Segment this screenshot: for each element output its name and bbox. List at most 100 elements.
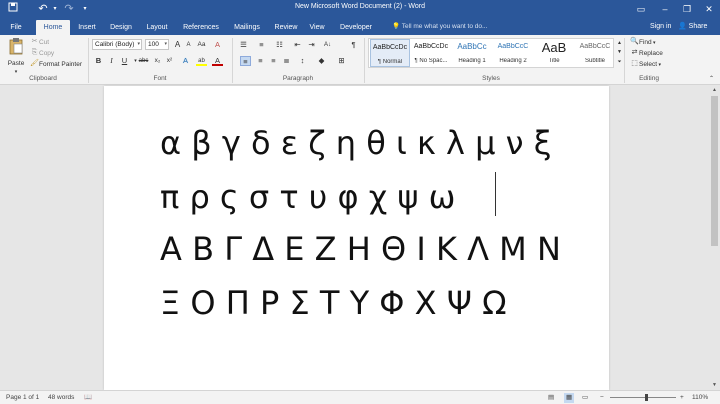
replace-label: Replace (639, 50, 663, 57)
tell-me-box[interactable]: 💡 Tell me what you want to do... (392, 20, 487, 34)
align-left-icon[interactable]: ≡ (240, 56, 251, 66)
sign-in-link[interactable]: Sign in (650, 20, 671, 34)
style-preview: AaBbCcDc (413, 43, 449, 50)
shading-icon[interactable]: ◆ (316, 56, 327, 66)
editing-group-label: Editing (639, 75, 659, 82)
paragraph-group-label: Paragraph (282, 75, 314, 82)
align-right-icon[interactable]: ≡ (268, 56, 279, 66)
text-effects-icon[interactable]: A (180, 56, 191, 66)
group-separator (88, 38, 89, 83)
copy-button[interactable]: ⎘ Copy (30, 49, 55, 58)
style-heading-1[interactable]: AaBbCc Heading 1 (452, 39, 492, 67)
tab-design[interactable]: Design (104, 20, 138, 35)
zoom-level[interactable]: 110% (692, 393, 708, 403)
style-subtitle[interactable]: AaBbCcC Subtitle (575, 39, 615, 67)
increase-indent-icon[interactable]: ⇥ (306, 40, 317, 50)
change-case-icon[interactable]: Aa (196, 40, 207, 50)
print-layout-icon[interactable]: ▦ (564, 393, 575, 403)
numbering-icon[interactable]: ≡ (256, 40, 267, 50)
style-normal[interactable]: AaBbCcDc ¶ Normal (370, 39, 410, 67)
zoom-in-button[interactable]: + (680, 393, 684, 403)
replace-button[interactable]: ⇄ Replace (630, 49, 663, 58)
close-button[interactable]: ✕ (698, 0, 720, 18)
show-formatting-marks-icon[interactable]: ¶ (348, 40, 359, 50)
font-color-icon[interactable]: A (212, 56, 223, 66)
tab-view[interactable]: View (304, 20, 330, 35)
proofing-icon[interactable]: 📖 (84, 393, 92, 403)
tab-insert[interactable]: Insert (72, 20, 102, 35)
collapse-ribbon-icon[interactable]: ⌃ (706, 74, 717, 84)
gallery-more-icon[interactable]: ⏷ (614, 57, 625, 67)
justify-icon[interactable]: ≣ (281, 56, 292, 66)
ribbon-tabs: File Home Insert Design Layout Reference… (0, 18, 720, 35)
font-size-select[interactable]: 100 ▾ (145, 39, 169, 50)
gallery-scroll-down-icon[interactable]: ▼ (614, 47, 625, 57)
subscript-button[interactable]: x₂ (152, 56, 163, 66)
brush-icon: 🖌 (30, 60, 39, 68)
cut-button[interactable]: ✂ Cut (30, 38, 50, 47)
style-preview: AaB (541, 40, 567, 55)
format-painter-label: Format Painter (39, 61, 82, 68)
line-spacing-icon[interactable]: ↕ (297, 56, 308, 66)
grow-font-icon[interactable]: A (172, 40, 183, 50)
word-count[interactable]: 48 words (48, 393, 74, 403)
superscript-button[interactable]: x² (164, 56, 175, 66)
scrollbar-thumb[interactable] (711, 96, 718, 246)
tab-layout[interactable]: Layout (140, 20, 174, 35)
group-separator (364, 38, 365, 83)
style-heading-2[interactable]: AaBbCcC Heading 2 (493, 39, 533, 67)
sort-icon[interactable]: A↓ (322, 40, 333, 50)
borders-icon[interactable]: ⊞ (336, 56, 347, 66)
greek-uppercase-line-2: Ξ Ο Π Ρ Σ Τ Υ Φ Χ Ψ Ω (160, 284, 507, 322)
scroll-down-icon[interactable]: ▼ (709, 381, 720, 390)
minimize-button[interactable]: – (654, 0, 676, 18)
bold-button[interactable]: B (93, 56, 104, 66)
find-button[interactable]: 🔍Find ▾ (630, 38, 655, 48)
style-name: Heading 2 (499, 58, 527, 64)
format-painter-button[interactable]: 🖌Format Painter (30, 60, 82, 69)
italic-button[interactable]: I (106, 56, 117, 66)
vertical-scrollbar[interactable]: ▲ ▼ (709, 86, 720, 390)
highlight-color-icon[interactable]: ab (196, 56, 207, 66)
style-name: ¶ Normal (377, 59, 403, 65)
ribbon-display-options-icon[interactable]: ▭ (630, 0, 652, 18)
scissors-icon: ✂ (31, 38, 38, 46)
style-preview: AaBbCcC (497, 43, 529, 50)
cursor-icon: ⬚ (631, 60, 638, 68)
page-count[interactable]: Page 1 of 1 (6, 393, 39, 403)
group-separator (232, 38, 233, 83)
document-page[interactable]: α β γ δ ε ζ η θ ι κ λ μ ν ξ π ρ ς σ τ υ … (104, 86, 609, 390)
tab-file[interactable]: File (4, 20, 28, 35)
align-center-icon[interactable]: ≡ (255, 56, 266, 66)
tab-home[interactable]: Home (36, 20, 70, 35)
scroll-up-icon[interactable]: ▲ (709, 86, 720, 95)
zoom-slider[interactable] (610, 394, 676, 401)
zoom-out-button[interactable]: − (600, 393, 604, 403)
share-button[interactable]: 👤 Share (678, 20, 707, 34)
zoom-slider-handle[interactable] (645, 394, 648, 401)
style-preview: AaBbCcC (579, 43, 611, 50)
decrease-indent-icon[interactable]: ⇤ (292, 40, 303, 50)
strikethrough-button[interactable]: abc (138, 56, 149, 66)
select-button[interactable]: ⬚Select ▾ (630, 60, 661, 70)
tab-review[interactable]: Review (270, 20, 302, 35)
font-family-select[interactable]: Calibri (Body) ▾ (92, 39, 142, 50)
clear-formatting-icon[interactable]: A (212, 40, 223, 50)
style-title[interactable]: AaB Title (534, 39, 574, 67)
bullets-icon[interactable]: ☰ (238, 40, 249, 50)
person-icon: 👤 (678, 23, 687, 30)
underline-button[interactable]: U (119, 56, 130, 66)
multilevel-list-icon[interactable]: ☷ (274, 40, 285, 50)
paste-icon (9, 38, 23, 55)
tab-mailings[interactable]: Mailings (228, 20, 266, 35)
shrink-font-icon[interactable]: A (183, 40, 194, 50)
web-layout-icon[interactable]: ▭ (582, 393, 588, 403)
chevron-down-icon: ▾ (657, 62, 661, 68)
style-no-spacing[interactable]: AaBbCcDc ¶ No Spac... (411, 39, 451, 67)
tab-references[interactable]: References (178, 20, 224, 35)
read-mode-icon[interactable]: ▤ (548, 393, 554, 403)
paste-button[interactable]: Paste ▾ (5, 37, 27, 75)
maximize-button[interactable]: ❐ (676, 0, 698, 18)
style-name: Subtitle (584, 58, 605, 64)
tab-developer[interactable]: Developer (334, 20, 378, 35)
